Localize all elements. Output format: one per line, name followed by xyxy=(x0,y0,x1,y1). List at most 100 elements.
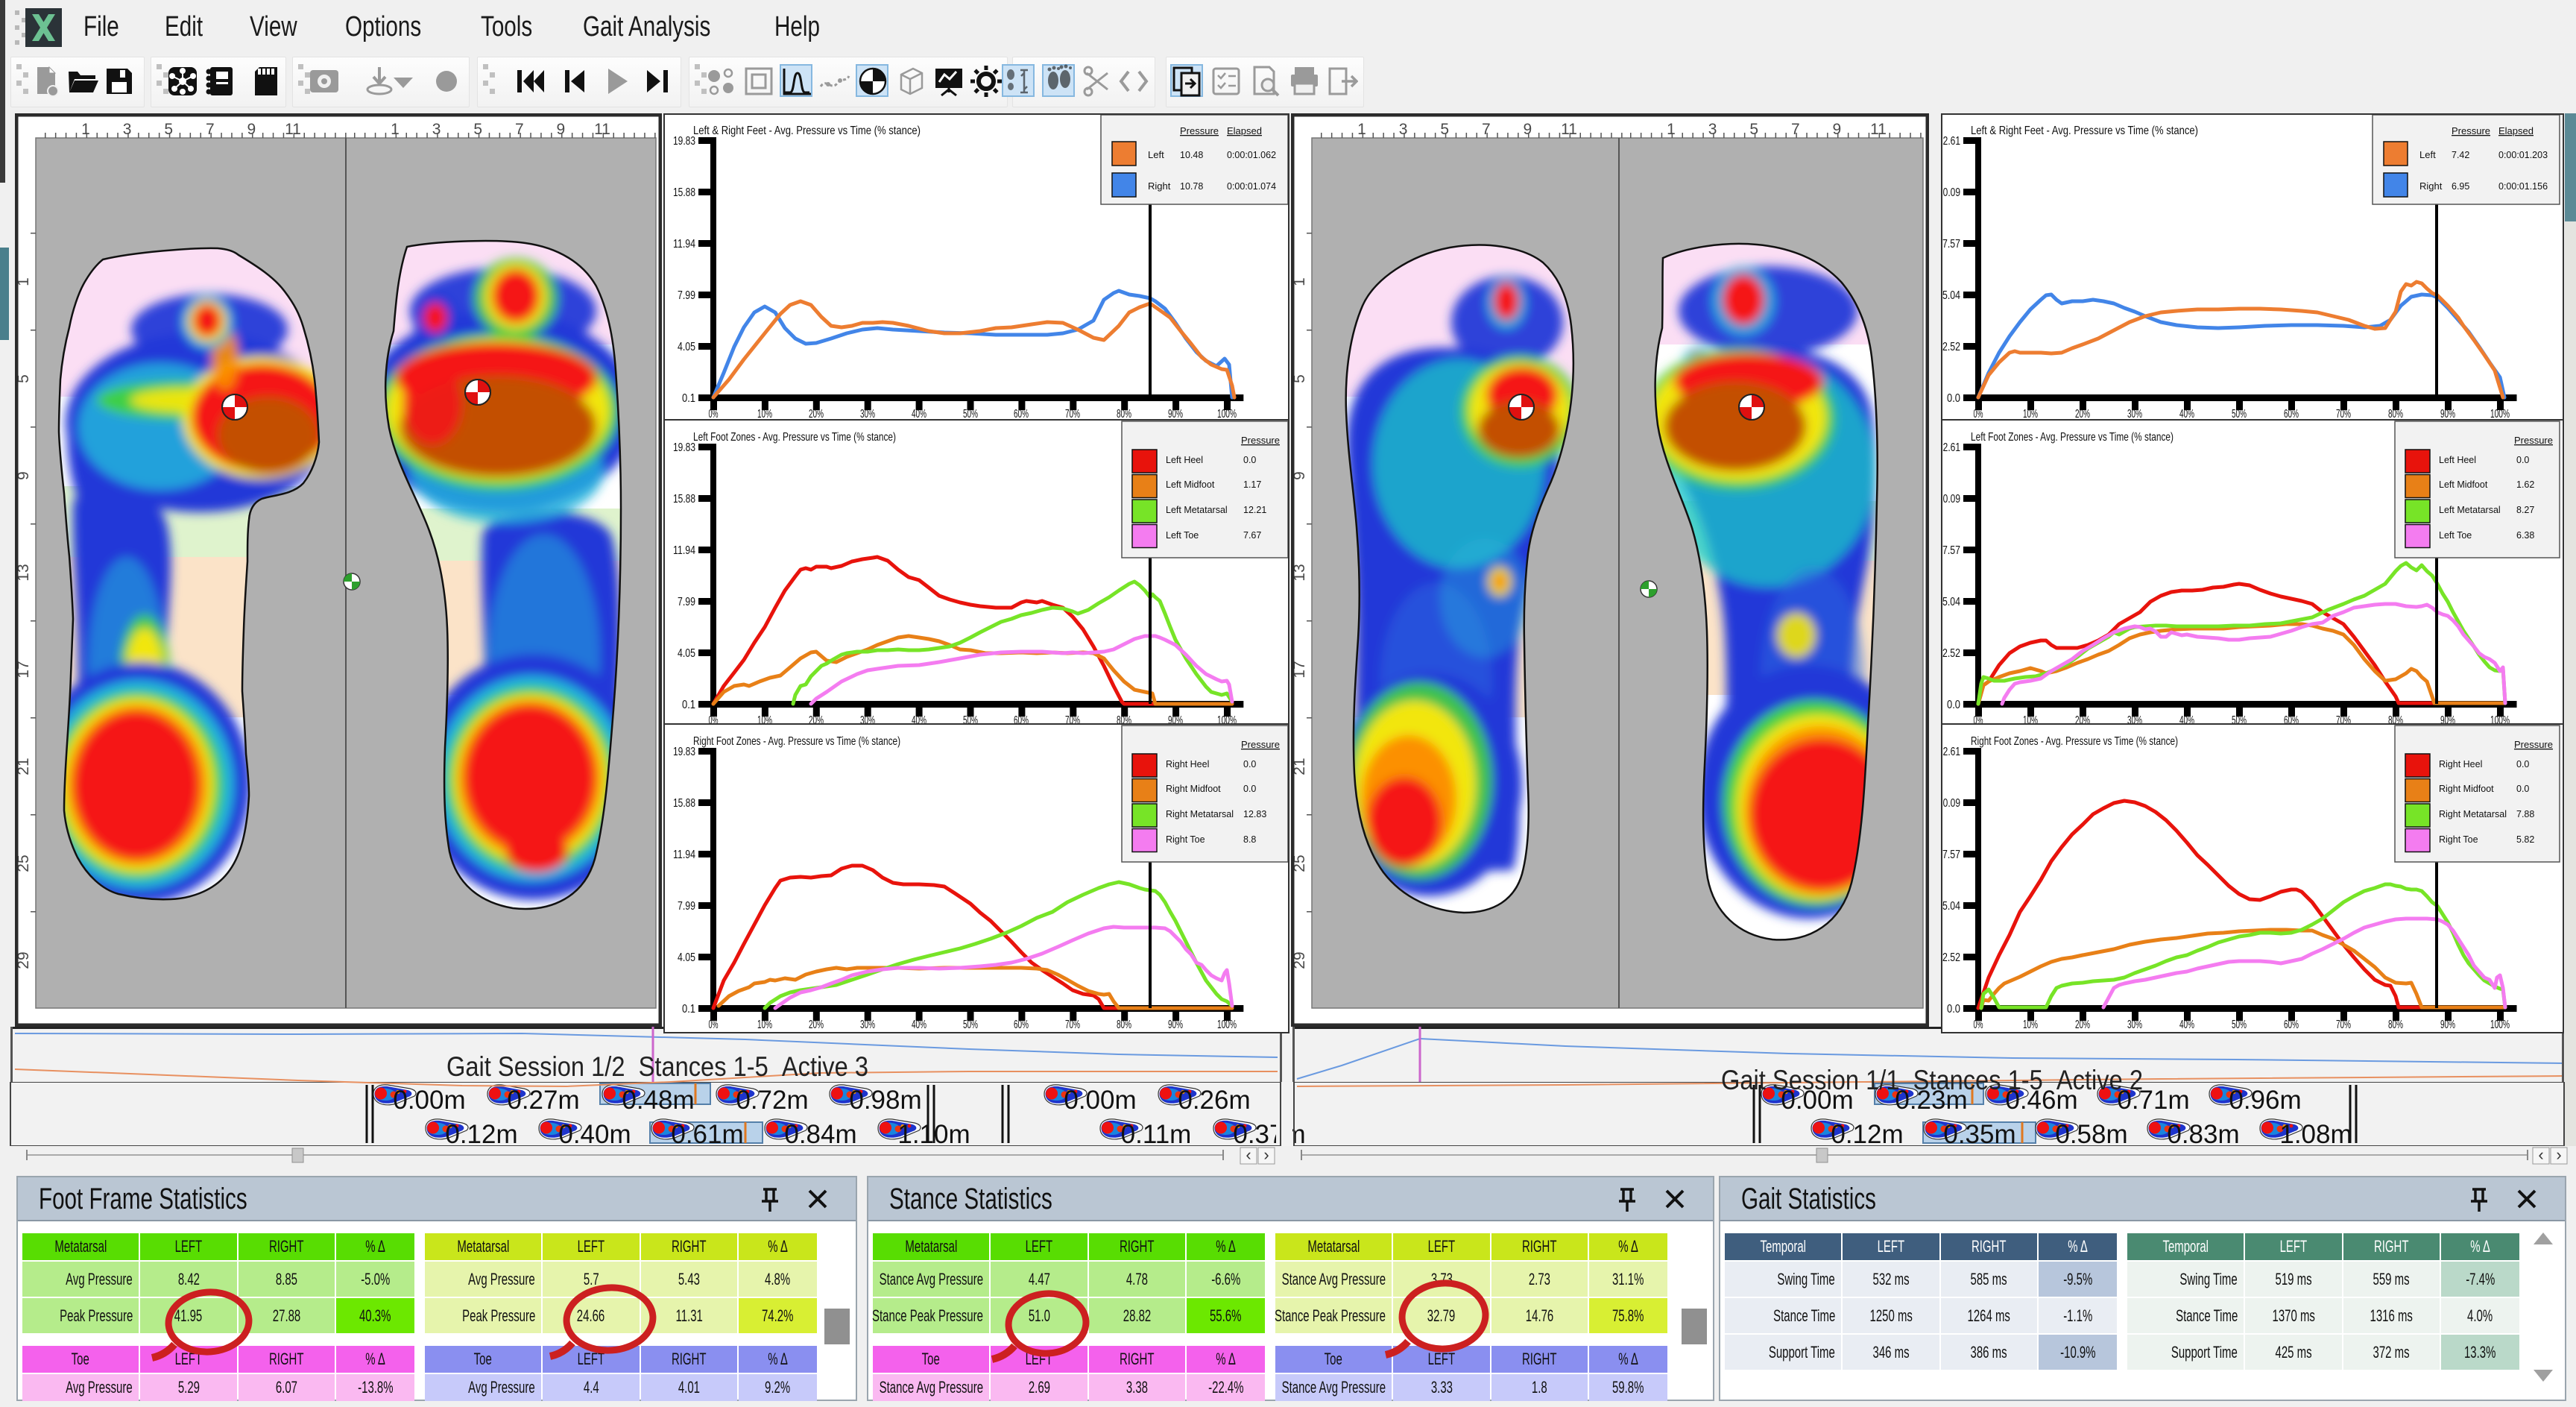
svg-text:7.67: 7.67 xyxy=(1243,530,1261,541)
svg-text:0.83m: 0.83m xyxy=(2167,1120,2239,1146)
svg-text:90%: 90% xyxy=(2440,1019,2455,1031)
svg-text:50%: 50% xyxy=(963,408,978,421)
svg-text:12.61: 12.61 xyxy=(1941,746,1960,758)
svg-text:Left Foot Zones - Avg. Pressur: Left Foot Zones - Avg. Pressure vs Time … xyxy=(693,431,896,444)
svg-text:7.99: 7.99 xyxy=(678,289,695,302)
svg-text:Left Metatarsal: Left Metatarsal xyxy=(2439,505,2501,515)
svg-text:40%: 40% xyxy=(2179,714,2194,727)
svg-text:Left Midfoot: Left Midfoot xyxy=(2439,479,2488,490)
svg-text:0.0: 0.0 xyxy=(2516,455,2529,465)
svg-text:‹: ‹ xyxy=(2538,1146,2543,1164)
svg-text:4.05: 4.05 xyxy=(678,341,695,353)
svg-text:40%: 40% xyxy=(912,714,926,727)
svg-text:4.05: 4.05 xyxy=(678,951,695,964)
svg-text:30%: 30% xyxy=(860,1019,875,1031)
svg-text:0%: 0% xyxy=(1974,714,1983,727)
svg-text:Left Metatarsal: Left Metatarsal xyxy=(1166,505,1228,515)
svg-text:11.94: 11.94 xyxy=(673,238,695,251)
svg-text:60%: 60% xyxy=(2284,1019,2299,1031)
svg-text:19.83: 19.83 xyxy=(673,746,695,758)
svg-text:30%: 30% xyxy=(860,408,875,421)
svg-text:0.11m: 0.11m xyxy=(1121,1120,1192,1146)
svg-text:Left Toe: Left Toe xyxy=(2439,530,2472,541)
svg-text:Right: Right xyxy=(1148,180,1171,192)
svg-text:›: › xyxy=(2556,1146,2561,1164)
svg-text:19.83: 19.83 xyxy=(673,441,695,454)
svg-text:10.09: 10.09 xyxy=(1941,797,1960,810)
svg-text:30%: 30% xyxy=(2127,408,2142,421)
svg-text:100%: 100% xyxy=(1217,408,1237,421)
svg-text:10%: 10% xyxy=(2023,408,2038,421)
svg-text:7.57: 7.57 xyxy=(1942,238,1960,251)
svg-text:11.94: 11.94 xyxy=(673,544,695,557)
svg-text:20%: 20% xyxy=(809,1019,824,1031)
svg-text:Pressure: Pressure xyxy=(1241,739,1280,750)
svg-text:10.78: 10.78 xyxy=(1180,181,1203,192)
svg-text:7.99: 7.99 xyxy=(678,900,695,913)
svg-text:100%: 100% xyxy=(2490,1019,2510,1031)
svg-text:0.0: 0.0 xyxy=(1947,699,1960,711)
svg-text:0.0: 0.0 xyxy=(2516,759,2529,769)
svg-text:1.62: 1.62 xyxy=(2516,479,2534,490)
svg-text:80%: 80% xyxy=(2388,1019,2403,1031)
svg-text:1.17: 1.17 xyxy=(1243,479,1261,490)
svg-text:7.99: 7.99 xyxy=(678,596,695,608)
svg-text:Left Foot Zones - Avg. Pressur: Left Foot Zones - Avg. Pressure vs Time … xyxy=(1971,431,2174,444)
svg-text:1: 1 xyxy=(81,121,90,138)
svg-text:0%: 0% xyxy=(709,1019,719,1031)
svg-text:90%: 90% xyxy=(1168,408,1183,421)
svg-text:Left Heel: Left Heel xyxy=(2439,455,2476,465)
svg-text:10.09: 10.09 xyxy=(1941,493,1960,506)
svg-text:70%: 70% xyxy=(1065,714,1080,727)
svg-text:5.82: 5.82 xyxy=(2516,834,2534,845)
svg-text:Pressure: Pressure xyxy=(2514,739,2553,750)
svg-text:7: 7 xyxy=(1791,121,1800,138)
svg-text:Elapsed: Elapsed xyxy=(1227,125,1262,136)
svg-text:20%: 20% xyxy=(2075,714,2090,727)
svg-text:0.35m: 0.35m xyxy=(1943,1120,2015,1146)
svg-text:70%: 70% xyxy=(1065,1019,1080,1031)
svg-text:5: 5 xyxy=(1749,121,1758,138)
svg-text:5: 5 xyxy=(1440,121,1449,138)
svg-text:7: 7 xyxy=(206,121,215,138)
svg-text:Gait Session 1/2 Stances 1-5: Gait Session 1/2 Stances 1-5 Active 3 xyxy=(446,1051,868,1082)
svg-text:2.52: 2.52 xyxy=(1942,647,1960,660)
svg-text:0.61m: 0.61m xyxy=(671,1120,743,1146)
svg-text:80%: 80% xyxy=(1117,408,1131,421)
svg-text:50%: 50% xyxy=(2232,408,2247,421)
svg-text:Right Heel: Right Heel xyxy=(2439,759,2482,769)
svg-text:80%: 80% xyxy=(2388,408,2403,421)
svg-text:Left Midfoot: Left Midfoot xyxy=(1166,479,1215,490)
svg-text:Pressure: Pressure xyxy=(1180,125,1219,136)
svg-text:7: 7 xyxy=(515,121,524,138)
svg-text:100%: 100% xyxy=(1217,1019,1237,1031)
svg-text:9: 9 xyxy=(1524,121,1532,138)
svg-text:Pressure: Pressure xyxy=(2452,125,2490,136)
svg-text:7.57: 7.57 xyxy=(1942,849,1960,861)
svg-text:40%: 40% xyxy=(2179,1019,2194,1031)
svg-text:Right: Right xyxy=(2419,180,2443,192)
svg-text:0%: 0% xyxy=(709,408,719,421)
svg-text:12.61: 12.61 xyxy=(1941,441,1960,454)
svg-text:12.83: 12.83 xyxy=(1243,809,1266,819)
svg-text:5.04: 5.04 xyxy=(1942,289,1960,302)
svg-text:60%: 60% xyxy=(2284,408,2299,421)
svg-text:0%: 0% xyxy=(1974,408,1983,421)
svg-text:0.0: 0.0 xyxy=(1243,455,1256,465)
svg-text:19.83: 19.83 xyxy=(673,135,695,148)
svg-text:0.0: 0.0 xyxy=(1947,392,1960,405)
svg-text:0.58m: 0.58m xyxy=(2055,1120,2127,1146)
svg-text:10%: 10% xyxy=(757,714,772,727)
svg-text:5: 5 xyxy=(473,121,482,138)
svg-text:10.48: 10.48 xyxy=(1180,150,1203,160)
svg-text:Pressure: Pressure xyxy=(1241,435,1280,446)
svg-text:‹: ‹ xyxy=(1246,1146,1251,1164)
svg-text:1: 1 xyxy=(1357,121,1366,138)
svg-text:8.27: 8.27 xyxy=(2516,505,2534,515)
svg-text:9: 9 xyxy=(1833,121,1842,138)
svg-text:0.1: 0.1 xyxy=(682,392,695,405)
svg-text:Elapsed: Elapsed xyxy=(2498,125,2534,136)
svg-text:20%: 20% xyxy=(2075,408,2090,421)
svg-text:1: 1 xyxy=(1667,121,1676,138)
svg-text:1.08m: 1.08m xyxy=(2279,1120,2352,1146)
